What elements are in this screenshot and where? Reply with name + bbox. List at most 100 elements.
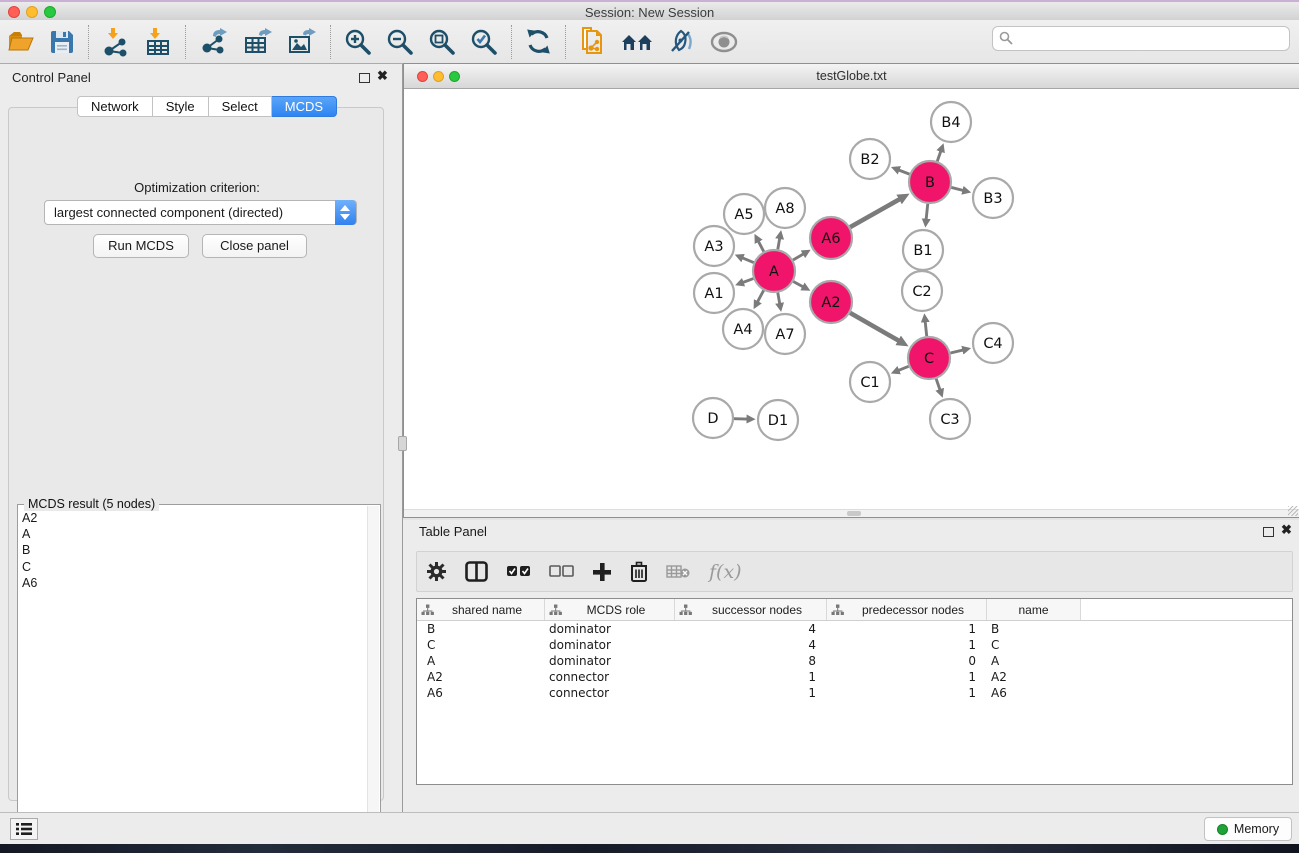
select-all-button[interactable]: [506, 565, 531, 578]
table-row[interactable]: Adominator80A: [417, 653, 1292, 669]
table-panel-close-button[interactable]: ✖: [1281, 522, 1292, 538]
export-network-button[interactable]: [192, 24, 236, 60]
control-panel-close-button[interactable]: ✖: [377, 68, 388, 84]
edge-A-A6[interactable]: [793, 254, 803, 260]
show-graphics-button[interactable]: [702, 24, 746, 60]
result-item[interactable]: A: [22, 526, 366, 542]
node-D1[interactable]: D1: [758, 400, 798, 440]
export-table-button[interactable]: [236, 24, 280, 60]
edge-A-A7[interactable]: [778, 293, 780, 304]
node-A3[interactable]: A3: [694, 226, 734, 266]
result-list-scrollbar[interactable]: [367, 506, 379, 834]
table-row[interactable]: A6connector11A6: [417, 685, 1292, 701]
edge-A-A3[interactable]: [743, 258, 754, 263]
node-A[interactable]: A: [753, 250, 795, 292]
tab-style[interactable]: Style: [153, 96, 209, 117]
edge-C-C2[interactable]: [925, 322, 926, 336]
node-A5[interactable]: A5: [724, 194, 764, 234]
table-row[interactable]: Bdominator41B: [417, 621, 1292, 637]
node-C1[interactable]: C1: [850, 362, 890, 402]
tab-select[interactable]: Select: [209, 96, 272, 117]
network-canvas[interactable]: B4 B2 B B3 A8A5 A6 A3 B1 A C2 A1 A2 A4A7 C4 C C1 D D1 C3: [404, 89, 1299, 509]
criterion-dropdown[interactable]: largest connected component (directed): [44, 200, 357, 225]
memory-button[interactable]: Memory: [1204, 817, 1292, 841]
node-B4[interactable]: B4: [931, 102, 971, 142]
result-item[interactable]: A2: [22, 510, 366, 526]
result-item[interactable]: B: [22, 542, 366, 558]
function-builder-button[interactable]: f(x): [709, 561, 742, 583]
node-B3[interactable]: B3: [973, 178, 1013, 218]
deselect-all-button[interactable]: [549, 565, 574, 578]
network-graph[interactable]: B4 B2 B B3 A8A5 A6 A3 B1 A C2 A1 A2 A4A7 C4 C C1 D D1 C3: [404, 89, 1299, 509]
new-network-from-selection-button[interactable]: [572, 24, 614, 60]
column-header-shared-name[interactable]: shared name: [417, 599, 545, 620]
export-image-button[interactable]: [280, 24, 324, 60]
column-header-name[interactable]: name: [987, 599, 1081, 620]
run-mcds-button[interactable]: Run MCDS: [93, 234, 189, 258]
edge-B-B4[interactable]: [937, 151, 940, 161]
node-C3[interactable]: C3: [930, 399, 970, 439]
node-B2[interactable]: B2: [850, 139, 890, 179]
node-table[interactable]: shared nameMCDS rolesuccessor nodesprede…: [416, 598, 1293, 785]
column-header-MCDS-role[interactable]: MCDS role: [545, 599, 675, 620]
save-session-button[interactable]: [42, 24, 82, 60]
node-A6[interactable]: A6: [810, 217, 852, 259]
zoom-in-button[interactable]: [337, 24, 379, 60]
edge-A-A5[interactable]: [758, 241, 763, 251]
table-row[interactable]: Cdominator41C: [417, 637, 1292, 653]
edge-B-B1[interactable]: [926, 204, 928, 219]
mcds-result-list[interactable]: A2ABCA6: [20, 510, 366, 833]
home-layout-button[interactable]: [614, 24, 660, 60]
column-header-successor-nodes[interactable]: successor nodes: [675, 599, 827, 620]
node-C2[interactable]: C2: [902, 271, 942, 311]
control-panel-float-button[interactable]: [359, 73, 370, 83]
delete-table-button[interactable]: [666, 564, 690, 579]
node-C4[interactable]: C4: [973, 323, 1013, 363]
network-window-titlebar[interactable]: testGlobe.txt: [404, 64, 1299, 89]
zoom-out-button[interactable]: [379, 24, 421, 60]
task-history-button[interactable]: [10, 818, 38, 840]
edge-A6-B[interactable]: [850, 199, 899, 227]
import-table-button[interactable]: [137, 24, 179, 60]
add-column-button[interactable]: [592, 562, 612, 582]
tab-mcds[interactable]: MCDS: [272, 96, 337, 117]
edge-A-A1[interactable]: [743, 279, 753, 283]
edge-B-B3[interactable]: [951, 187, 963, 190]
network-resize-grip[interactable]: [1288, 506, 1298, 516]
zoom-selected-button[interactable]: [463, 24, 505, 60]
column-header-predecessor-nodes[interactable]: predecessor nodes: [827, 599, 987, 620]
node-A7[interactable]: A7: [765, 314, 805, 354]
table-panel-float-button[interactable]: [1263, 527, 1274, 537]
close-panel-button[interactable]: Close panel: [202, 234, 307, 258]
import-network-button[interactable]: [95, 24, 137, 60]
network-hscrollbar[interactable]: [404, 509, 1299, 517]
table-row[interactable]: A2connector11A2: [417, 669, 1292, 685]
edge-A2-C[interactable]: [850, 313, 899, 341]
edge-C-C4[interactable]: [950, 350, 962, 353]
node-A4[interactable]: A4: [723, 309, 763, 349]
node-A8[interactable]: A8: [765, 188, 805, 228]
hide-style-button[interactable]: [660, 24, 702, 60]
search-input[interactable]: [992, 26, 1290, 51]
splitter-grip[interactable]: [398, 436, 407, 451]
edge-C-C3[interactable]: [936, 379, 940, 390]
edge-A-A4[interactable]: [758, 290, 764, 301]
edge-A-A8[interactable]: [778, 239, 780, 250]
node-A1[interactable]: A1: [694, 273, 734, 313]
window-titlebar[interactable]: Session: New Session: [0, 0, 1299, 20]
edge-C-C1[interactable]: [899, 366, 909, 370]
table-split-view-button[interactable]: [465, 561, 488, 582]
open-session-button[interactable]: [0, 24, 42, 60]
delete-column-button[interactable]: [630, 561, 648, 582]
table-settings-button[interactable]: [426, 561, 447, 582]
result-item[interactable]: A6: [22, 575, 366, 591]
zoom-fit-button[interactable]: [421, 24, 463, 60]
node-A2[interactable]: A2: [810, 281, 852, 323]
edge-B-B2[interactable]: [899, 170, 910, 174]
node-C[interactable]: C: [908, 337, 950, 379]
result-item[interactable]: C: [22, 559, 366, 575]
node-D[interactable]: D: [693, 398, 733, 438]
node-B1[interactable]: B1: [903, 230, 943, 270]
node-B[interactable]: B: [909, 161, 951, 203]
tab-network[interactable]: Network: [77, 96, 153, 117]
